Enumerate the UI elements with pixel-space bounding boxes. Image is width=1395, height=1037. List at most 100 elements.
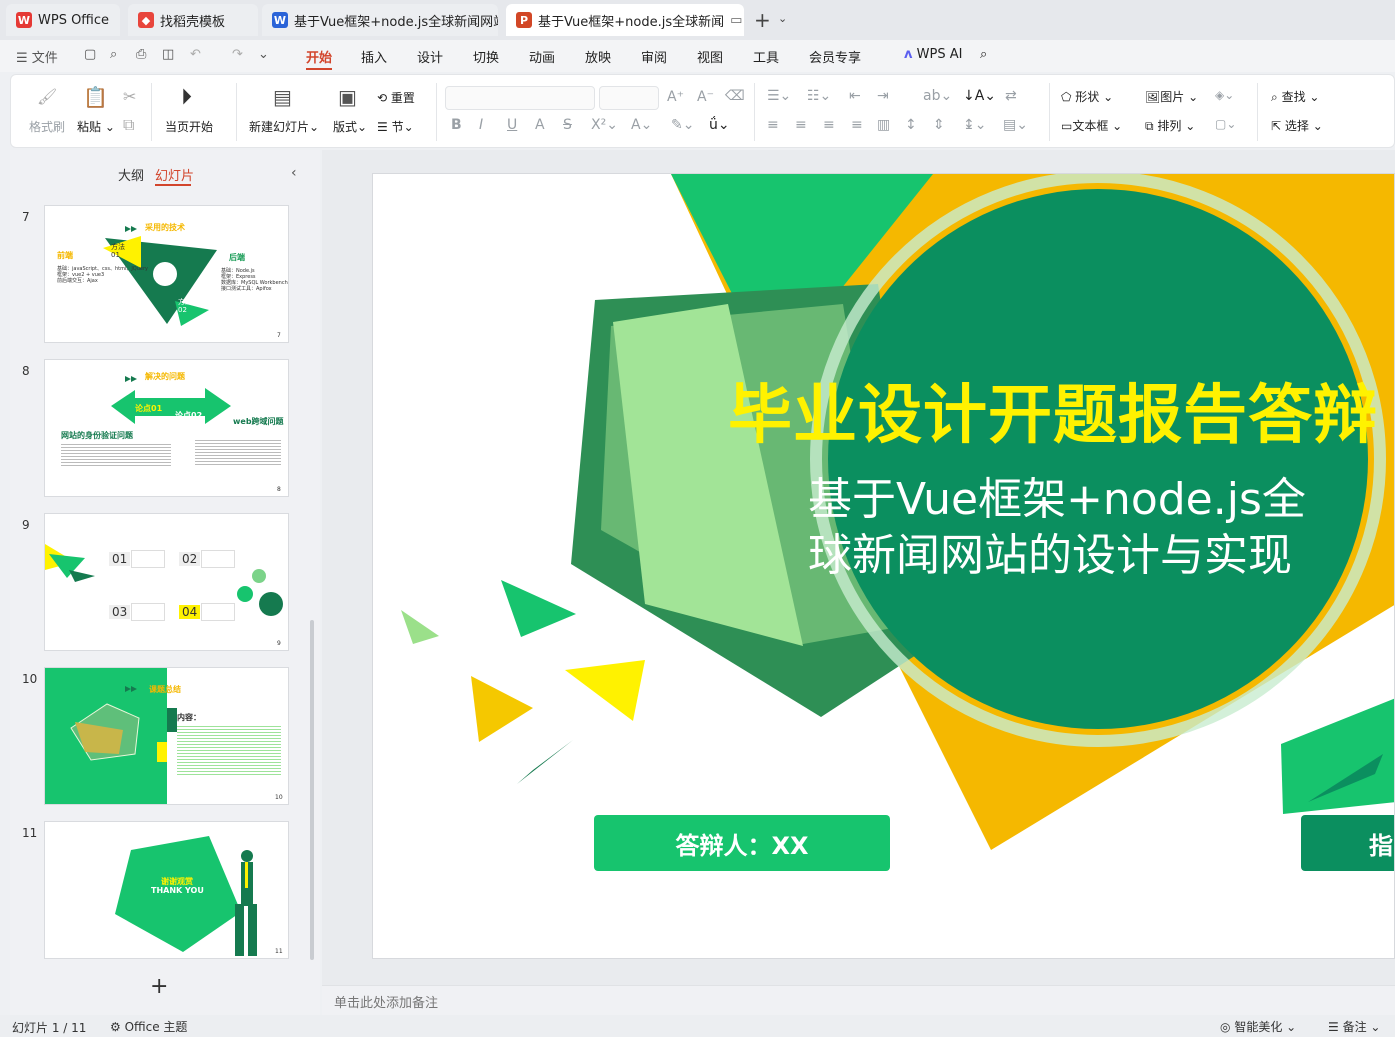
char-spacing-icon[interactable]: ǘ⌄ bbox=[709, 117, 730, 133]
more-icon[interactable]: ⌄ bbox=[258, 47, 269, 62]
monitor-icon[interactable]: ▭ bbox=[730, 13, 742, 28]
superscript-icon[interactable]: X²⌄ bbox=[591, 117, 618, 133]
justify-icon[interactable]: ≡ bbox=[851, 117, 863, 133]
line-height-icon[interactable]: ↨⌄ bbox=[963, 117, 986, 133]
strikethrough-icon[interactable]: S bbox=[563, 117, 572, 133]
notes-button[interactable]: ☰ 备注 ⌄ bbox=[1328, 1018, 1380, 1035]
cut-icon[interactable]: ✂ bbox=[123, 87, 136, 106]
font-shrink-icon[interactable]: A⁻ bbox=[697, 89, 714, 105]
indent-icon[interactable]: ⇥ bbox=[877, 88, 889, 104]
bullet-list-icon[interactable]: ☰⌄ bbox=[767, 88, 791, 104]
section-button[interactable]: ☰ 节⌄ bbox=[377, 118, 414, 135]
menu-review[interactable]: 审阅 bbox=[641, 47, 667, 66]
font-family-select[interactable] bbox=[445, 86, 595, 110]
paragraph-spacing-icon[interactable]: ⇕ bbox=[933, 117, 945, 133]
text-direction-icon[interactable]: ab⌄ bbox=[923, 88, 952, 104]
tab-word-doc[interactable]: W 基于Vue框架+node.js全球新闻网站 bbox=[262, 4, 498, 36]
item-04: 04 bbox=[179, 605, 201, 619]
defender-label[interactable]: 答辩人：XX bbox=[594, 815, 890, 871]
menu-membership[interactable]: 会员专享 bbox=[809, 47, 861, 66]
slide-thumbnail-7[interactable]: 采用的技术 前端 后端 方法 01 方法 02 基础：javaScript、cs… bbox=[44, 205, 289, 343]
align-right-icon[interactable]: ≡ bbox=[823, 117, 835, 133]
menu-animation[interactable]: 动画 bbox=[529, 47, 555, 66]
panel-scrollbar[interactable] bbox=[310, 620, 314, 960]
theme-button[interactable]: ⚙ Office 主题 bbox=[110, 1018, 187, 1035]
theme-icon: ⚙ bbox=[110, 1020, 121, 1034]
collapse-panel-icon[interactable]: ‹ bbox=[291, 165, 297, 181]
print-preview-icon[interactable]: ◫ bbox=[162, 47, 174, 62]
copy-icon[interactable]: ⧉ bbox=[123, 115, 134, 135]
menu-design[interactable]: 设计 bbox=[417, 47, 443, 66]
new-slide-button[interactable]: 新建幻灯片⌄ bbox=[249, 118, 319, 135]
fill-icon[interactable]: ◈⌄ bbox=[1215, 88, 1234, 102]
new-slide-icon: ▤ bbox=[273, 85, 292, 109]
outline-icon[interactable]: ▢⌄ bbox=[1215, 117, 1236, 131]
shape-button[interactable]: ⬠ 形状 ⌄ bbox=[1061, 88, 1113, 105]
numbered-list-icon[interactable]: ☷⌄ bbox=[807, 88, 831, 104]
textbox-button[interactable]: ▭文本框 ⌄ bbox=[1061, 117, 1122, 134]
bold-icon[interactable]: B bbox=[451, 117, 462, 133]
slide-thumbnail-9[interactable]: 01 02 03 04 9 bbox=[44, 513, 289, 651]
share-icon[interactable]: ⌕ bbox=[110, 47, 117, 62]
sort-icon[interactable]: ↓A⌄ bbox=[963, 88, 996, 104]
tab-docer[interactable]: ◆ 找稻壳模板 bbox=[128, 4, 258, 36]
font-color-icon[interactable]: A⌄ bbox=[631, 117, 652, 133]
from-current-button[interactable]: 当页开始 bbox=[165, 118, 213, 135]
align-center-icon[interactable]: ≡ bbox=[795, 117, 807, 133]
slide-subtitle[interactable]: 基于Vue框架+node.js全球新闻网站的设计与实现 bbox=[808, 472, 1348, 584]
convert-icon[interactable]: ⇄ bbox=[1005, 88, 1017, 104]
tab-ppt-doc[interactable]: P 基于Vue框架+node.js全球新闻 ▭ ✕ bbox=[506, 4, 744, 36]
menu-insert[interactable]: 插入 bbox=[361, 47, 387, 66]
save-icon[interactable]: ▢ bbox=[84, 47, 96, 62]
select-button[interactable]: ⇱ 选择 ⌄ bbox=[1271, 117, 1323, 134]
font-grow-icon[interactable]: A⁺ bbox=[667, 89, 684, 105]
advisor-label[interactable]: 指 bbox=[1301, 815, 1394, 871]
outdent-icon[interactable]: ⇤ bbox=[849, 88, 861, 104]
menu-view[interactable]: 视图 bbox=[697, 47, 723, 66]
smart-beautify-button[interactable]: ◎ 智能美化 ⌄ bbox=[1220, 1018, 1296, 1035]
reset-button[interactable]: ⟲ 重置 bbox=[377, 89, 415, 106]
paste-button[interactable]: 粘贴 ⌄ bbox=[77, 118, 115, 135]
text-shadow-icon[interactable]: A bbox=[535, 117, 545, 133]
slide-thumbnail-8[interactable]: 解决的问题 论点01 论点02 web跨域问题 网站的身份验证问题 8 bbox=[44, 359, 289, 497]
italic-icon[interactable]: I bbox=[479, 117, 483, 133]
arrange-button[interactable]: ⧉ 排列 ⌄ bbox=[1145, 117, 1195, 134]
tab-outline[interactable]: 大纲 bbox=[118, 165, 144, 184]
menu-transition[interactable]: 切换 bbox=[473, 47, 499, 66]
clear-format-icon[interactable]: ⌫ bbox=[725, 88, 745, 104]
tab-slides[interactable]: 幻灯片 bbox=[155, 165, 194, 184]
highlight-icon[interactable]: ✎⌄ bbox=[671, 117, 694, 133]
add-slide-button[interactable]: + bbox=[150, 974, 168, 999]
wps-ai-button[interactable]: ʌ WPS AI bbox=[904, 47, 962, 62]
align-left-icon[interactable]: ≡ bbox=[767, 117, 779, 133]
tab-wps-office[interactable]: W WPS Office bbox=[6, 4, 120, 36]
undo-icon[interactable]: ↶ bbox=[190, 47, 201, 62]
slide-thumbnail-10[interactable]: 课题总结 内容： 10 bbox=[44, 667, 289, 805]
find-button[interactable]: ⌕ 查找 ⌄ bbox=[1271, 88, 1319, 105]
item-box bbox=[201, 603, 235, 621]
file-menu[interactable]: ☰ 文件 bbox=[16, 47, 58, 66]
columns-icon[interactable]: ▤⌄ bbox=[1003, 117, 1028, 133]
font-size-select[interactable] bbox=[599, 86, 659, 110]
chevron-down-icon[interactable]: ⌄ bbox=[778, 12, 787, 25]
line-spacing-icon[interactable]: ↕ bbox=[905, 117, 917, 133]
search-icon[interactable]: ⌕ bbox=[980, 47, 987, 62]
format-painter-button[interactable]: 格式刷 bbox=[29, 118, 65, 135]
slide-canvas[interactable]: 毕业设计开题报告答辩 基于Vue框架+node.js全球新闻网站的设计与实现 答… bbox=[372, 173, 1395, 959]
layout-button[interactable]: 版式⌄ bbox=[333, 118, 367, 135]
menu-home[interactable]: 开始 bbox=[306, 47, 332, 66]
reset-icon: ⟲ bbox=[377, 91, 388, 105]
docer-icon: ◆ bbox=[138, 12, 154, 28]
slide-title[interactable]: 毕业设计开题报告答辩 bbox=[728, 364, 1378, 456]
underline-icon[interactable]: U bbox=[507, 117, 517, 133]
page-number: 10 bbox=[275, 794, 283, 801]
new-tab-icon[interactable]: + bbox=[754, 8, 771, 32]
print-icon[interactable]: ⎙ bbox=[136, 47, 146, 62]
distribute-icon[interactable]: ▥ bbox=[877, 117, 890, 133]
redo-icon[interactable]: ↷ bbox=[232, 47, 243, 62]
menu-slideshow[interactable]: 放映 bbox=[585, 47, 611, 66]
notes-pane[interactable]: 单击此处添加备注 bbox=[322, 985, 1395, 1015]
menu-tools[interactable]: 工具 bbox=[753, 47, 779, 66]
slide-thumbnail-11[interactable]: 谢谢观赏 THANK YOU 11 bbox=[44, 821, 289, 959]
picture-button[interactable]: 🖼图片 ⌄ bbox=[1145, 88, 1198, 105]
